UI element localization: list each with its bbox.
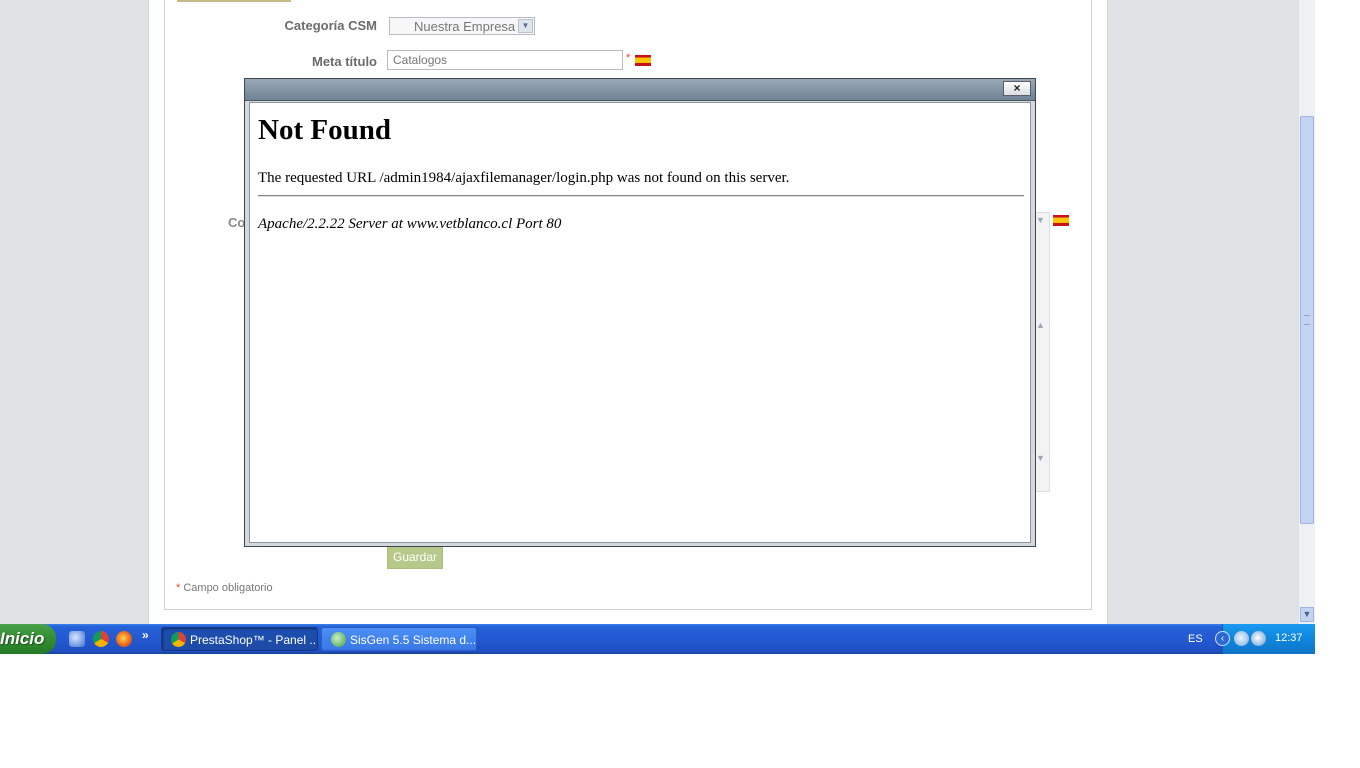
network-icon[interactable] bbox=[1234, 631, 1249, 646]
windows-taskbar: Inicio » PrestaShop™ - Panel ... SisGen … bbox=[0, 624, 1315, 654]
chrome-icon bbox=[171, 632, 186, 647]
error-heading: Not Found bbox=[258, 114, 391, 146]
chevron-down-icon[interactable]: ▼ bbox=[518, 19, 533, 33]
category-selected-value: Nuestra Empresa bbox=[414, 19, 516, 34]
meta-title-input[interactable]: Catalogos bbox=[387, 50, 623, 70]
chevron-down-icon[interactable]: ▼ bbox=[1036, 215, 1045, 225]
taskbar-item-prestashop[interactable]: PrestaShop™ - Panel ... bbox=[161, 627, 318, 651]
dialog-titlebar[interactable]: × bbox=[245, 79, 1035, 101]
save-button[interactable]: Guardar bbox=[387, 546, 443, 569]
taskbar-item-label: SisGen 5.5 Sistema d... bbox=[350, 633, 477, 647]
dialog-iframe-content: Not Found The requested URL /admin1984/a… bbox=[249, 102, 1031, 543]
taskbar-item-sisgen[interactable]: SisGen 5.5 Sistema d... bbox=[321, 627, 477, 651]
category-select[interactable]: Nuestra Empresa ▼ bbox=[389, 17, 535, 35]
content-label-partial: Co bbox=[228, 215, 246, 230]
close-icon[interactable]: × bbox=[1003, 81, 1031, 96]
update-icon[interactable] bbox=[1251, 631, 1266, 646]
chevron-down-icon[interactable]: ▼ bbox=[1036, 453, 1045, 463]
scrollbar-thumb[interactable] bbox=[1300, 116, 1314, 524]
spain-flag-icon[interactable] bbox=[1053, 215, 1069, 226]
footnote-text: Campo obligatorio bbox=[183, 582, 273, 594]
chrome-icon[interactable] bbox=[93, 631, 109, 647]
taskbar-item-label: PrestaShop™ - Panel ... bbox=[190, 633, 318, 647]
clock[interactable]: 12:37 bbox=[1275, 632, 1303, 644]
meta-title-label: Meta título bbox=[312, 54, 377, 69]
quicklaunch-more-icon[interactable]: » bbox=[142, 628, 149, 642]
spain-flag-icon[interactable] bbox=[635, 55, 651, 66]
sisgen-icon bbox=[331, 632, 346, 647]
browser-scrollbar[interactable]: ▼ bbox=[1298, 0, 1315, 624]
firefox-icon[interactable] bbox=[116, 631, 132, 647]
category-label: Categoría CSM bbox=[284, 18, 377, 33]
required-asterisk: * bbox=[626, 52, 631, 64]
chevron-down-icon[interactable]: ▼ bbox=[1300, 607, 1314, 622]
language-indicator[interactable]: ES bbox=[1188, 633, 1203, 645]
tray-expand-icon[interactable]: ‹ bbox=[1215, 631, 1230, 646]
file-manager-dialog: × Not Found The requested URL /admin1984… bbox=[244, 78, 1036, 547]
section-underline bbox=[177, 0, 291, 2]
divider bbox=[258, 195, 1024, 197]
footnote-asterisk: * bbox=[176, 582, 181, 594]
start-button[interactable]: Inicio bbox=[0, 624, 56, 654]
chevron-up-icon[interactable]: ▲ bbox=[1036, 320, 1045, 330]
error-message: The requested URL /admin1984/ajaxfileman… bbox=[258, 170, 790, 186]
required-footnote: * Campo obligatorio bbox=[176, 582, 273, 594]
show-desktop-icon[interactable] bbox=[69, 631, 85, 647]
grip-icon bbox=[1304, 315, 1310, 325]
server-signature: Apache/2.2.22 Server at www.vetblanco.cl… bbox=[258, 216, 562, 232]
meta-title-value: Catalogos bbox=[393, 53, 448, 67]
system-tray: ‹ 12:37 bbox=[1215, 624, 1315, 654]
screen: Categoría CSM Nuestra Empresa ▼ Meta tít… bbox=[0, 0, 1315, 655]
